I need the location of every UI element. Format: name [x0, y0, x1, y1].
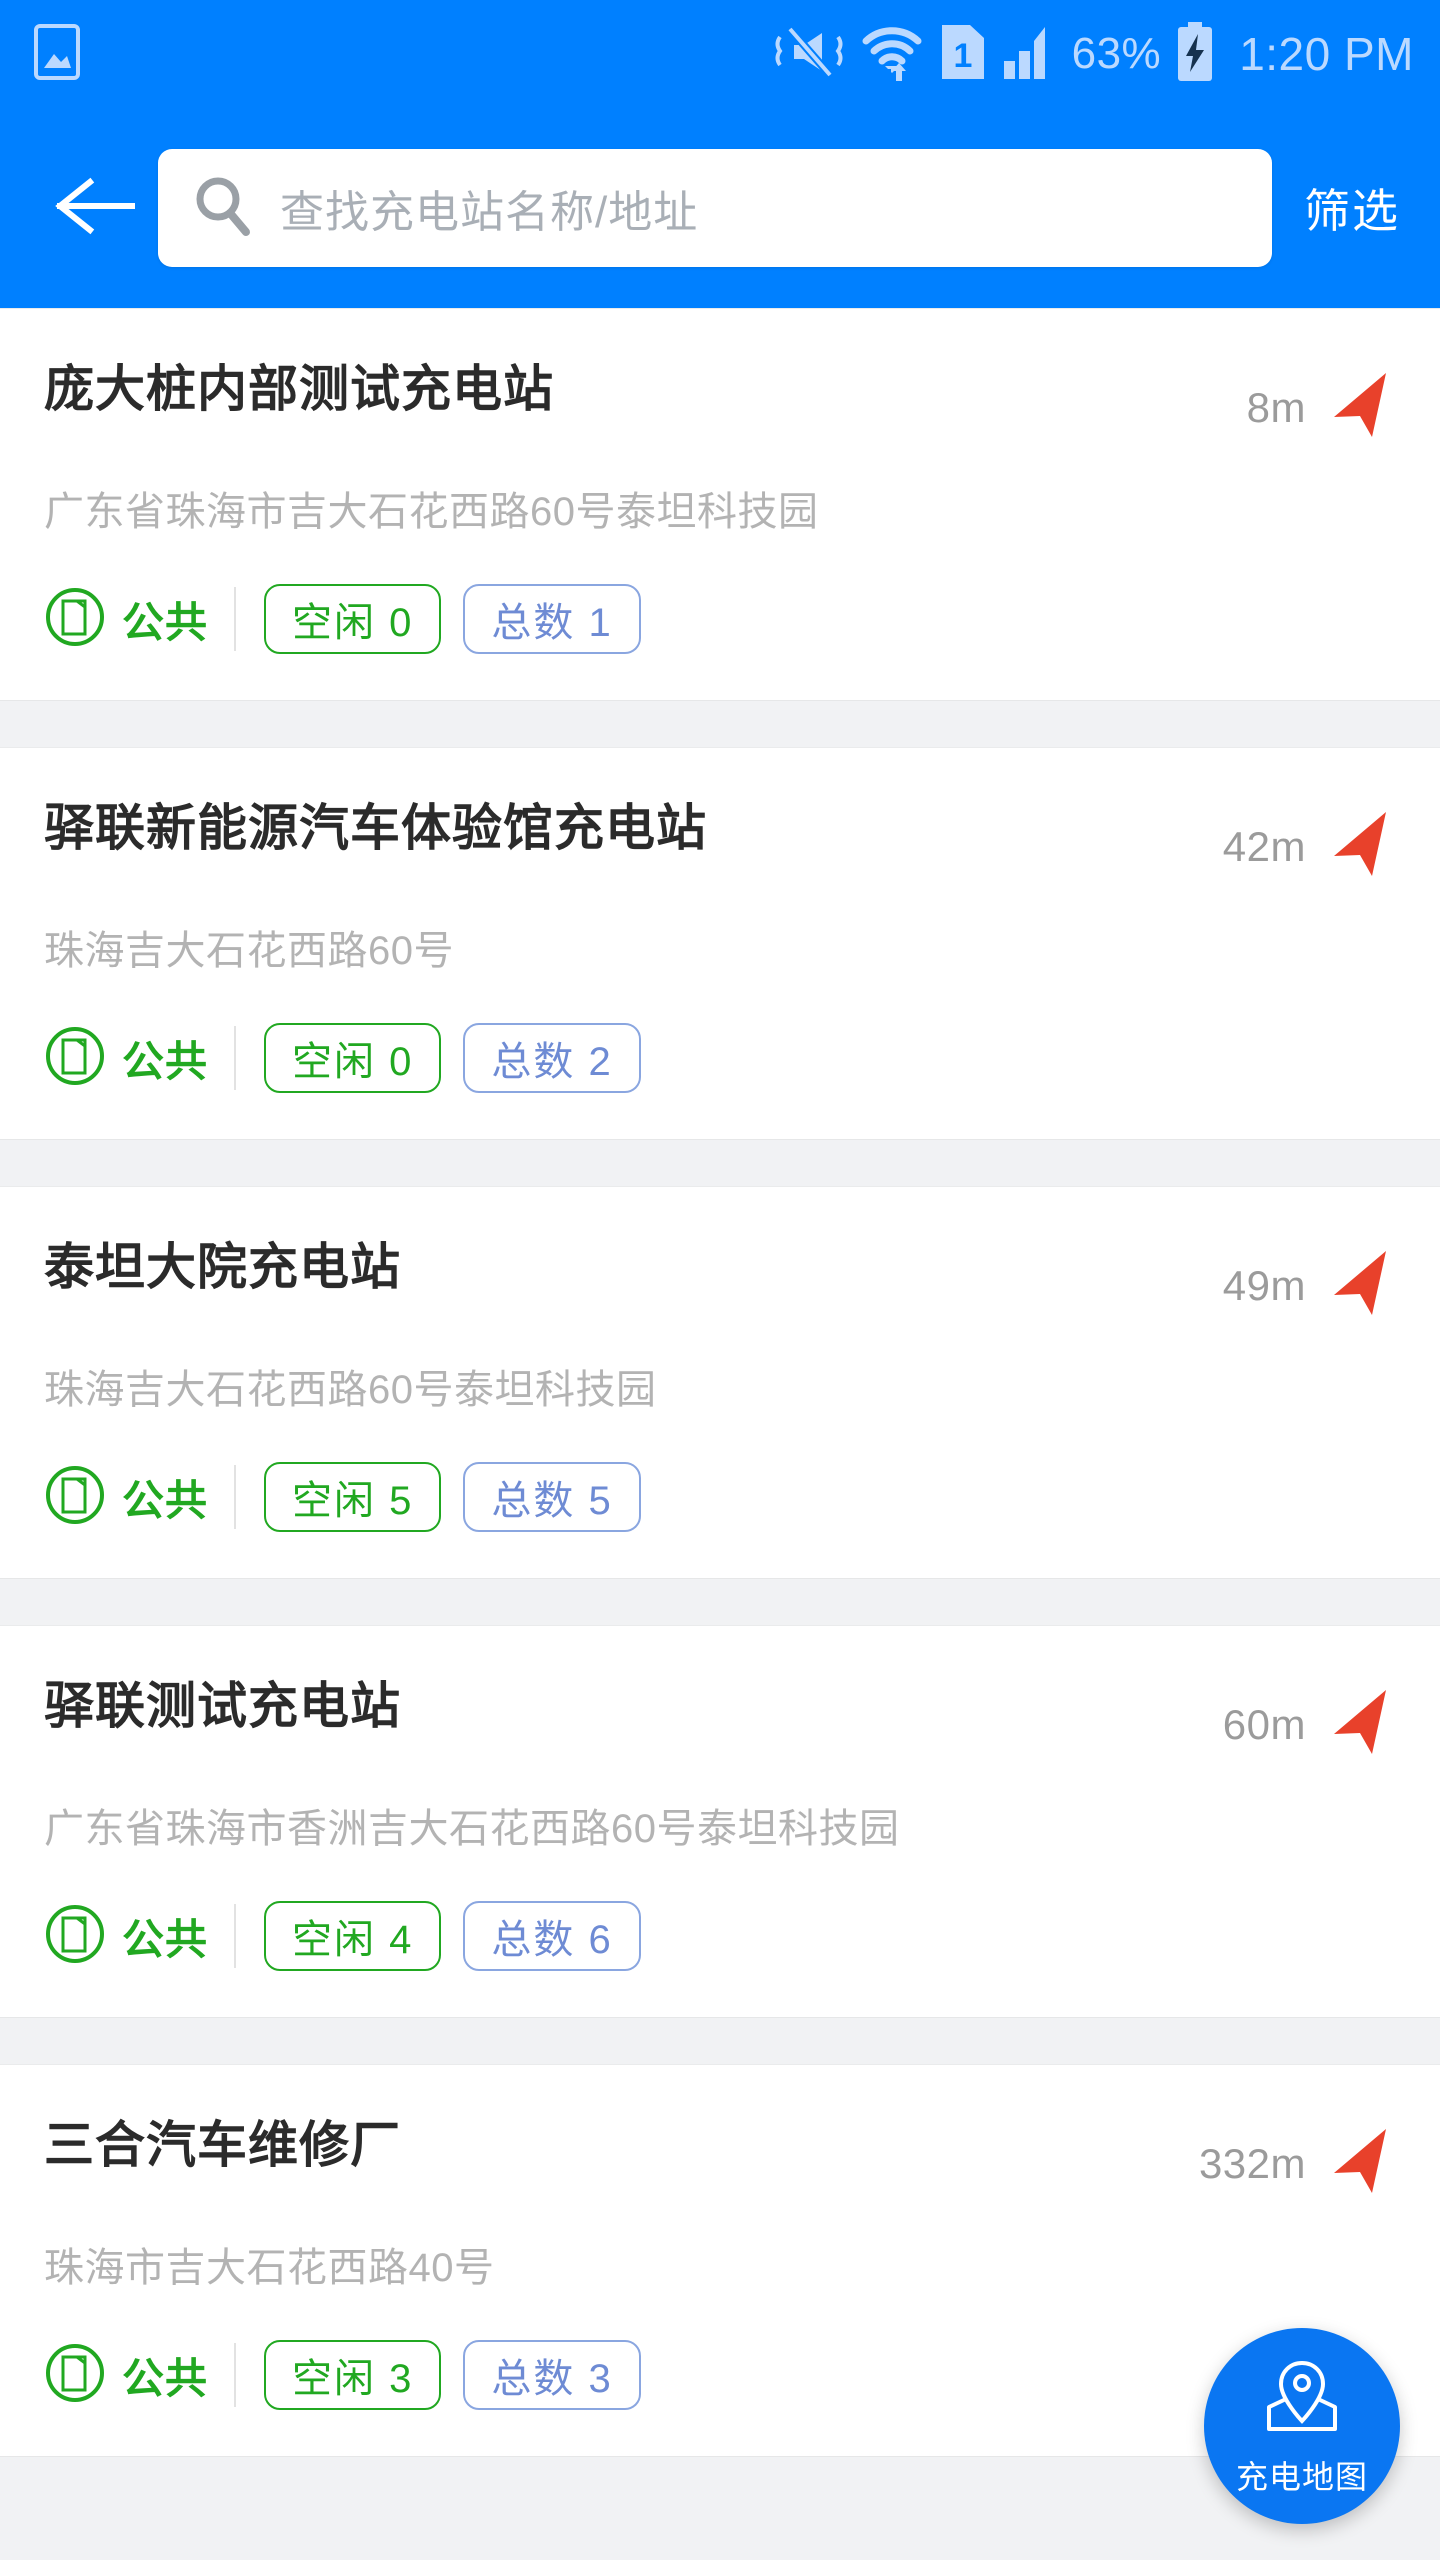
navigate-arrow-icon[interactable] [1328, 1684, 1400, 1765]
station-tags: 公共 空闲 3 总数 3 [44, 2340, 1400, 2410]
app-root: 1 63% 1:20 PM 查找充电站名称/地址 筛选 庞大桩内部测试充电站 8… [0, 0, 1440, 2560]
free-count-chip: 空闲 4 [264, 1901, 442, 1971]
card-header: 驿联测试充电站 60m [44, 1678, 1400, 1765]
distance-label: 332m [1198, 2139, 1306, 2187]
station-address: 广东省珠海市香洲吉大石花西路60号泰坦科技园 [44, 1807, 900, 1851]
clock-label: 1:20 PM [1239, 28, 1414, 80]
station-tags: 公共 空闲 0 总数 2 [44, 1023, 1400, 1093]
gallery-icon [34, 23, 80, 85]
distance-label: 49m [1222, 1261, 1306, 1309]
distance-label: 42m [1222, 822, 1306, 870]
card-header: 三合汽车维修厂 332m [44, 2117, 1400, 2204]
charging-pile-icon [44, 586, 106, 653]
charging-map-fab-label: 充电地图 [1235, 2458, 1368, 2495]
card-header: 泰坦大院充电站 49m [44, 1239, 1400, 1326]
navigate-arrow-icon[interactable] [1328, 2123, 1400, 2204]
distance-group: 8m [1247, 361, 1400, 448]
station-list[interactable]: 庞大桩内部测试充电站 8m 广东省珠海市吉大石花西路60号泰坦科技园 公共 空闲… [0, 308, 1440, 2457]
station-name: 驿联新能源汽车体验馆充电站 [44, 800, 707, 856]
card-header: 驿联新能源汽车体验馆充电站 42m [44, 800, 1400, 887]
list-item[interactable]: 驿联新能源汽车体验馆充电站 42m 珠海吉大石花西路60号 公共 空闲 0 总数… [0, 747, 1440, 1140]
public-tag-label: 公共 [122, 1476, 209, 1524]
search-placeholder-text: 查找充电站名称/地址 [280, 188, 699, 237]
signal-icon [1002, 23, 1058, 86]
app-bar: 查找充电站名称/地址 筛选 [0, 108, 1440, 308]
status-bar-left-icons [34, 23, 80, 85]
station-name: 三合汽车维修厂 [44, 2117, 401, 2173]
battery-percent-label: 63% [1071, 29, 1162, 78]
mute-vibrate-icon [772, 23, 846, 86]
station-name: 泰坦大院充电站 [44, 1239, 401, 1295]
charging-map-fab[interactable]: 充电地图 [1204, 2328, 1400, 2524]
public-tag: 公共 [44, 1464, 237, 1531]
charging-pile-icon [44, 1903, 106, 1970]
battery-charging-icon [1175, 21, 1215, 87]
public-tag-label: 公共 [122, 2354, 209, 2402]
navigate-arrow-icon[interactable] [1328, 367, 1400, 448]
search-icon [192, 174, 254, 243]
total-count-chip: 总数 1 [463, 584, 641, 654]
public-tag-label: 公共 [122, 598, 209, 646]
filter-button[interactable]: 筛选 [1286, 175, 1414, 241]
map-pin-icon [1259, 2355, 1345, 2444]
navigate-arrow-icon[interactable] [1328, 806, 1400, 887]
free-count-chip: 空闲 3 [264, 2340, 442, 2410]
station-address: 广东省珠海市吉大石花西路60号泰坦科技园 [44, 490, 819, 534]
card-header: 庞大桩内部测试充电站 8m [44, 361, 1400, 448]
total-count-chip: 总数 2 [463, 1023, 641, 1093]
distance-group: 60m [1223, 1678, 1400, 1765]
total-count-chip: 总数 5 [463, 1462, 641, 1532]
status-bar-right-icons: 1 63% 1:20 PM [772, 21, 1414, 88]
list-item[interactable]: 庞大桩内部测试充电站 8m 广东省珠海市吉大石花西路60号泰坦科技园 公共 空闲… [0, 308, 1440, 701]
total-count-chip: 总数 6 [463, 1901, 641, 1971]
public-tag: 公共 [44, 586, 237, 653]
back-button[interactable] [40, 153, 150, 263]
wifi-icon [860, 23, 924, 86]
station-tags: 公共 空闲 4 总数 6 [44, 1901, 1400, 1971]
public-tag: 公共 [44, 1903, 237, 1970]
public-tag: 公共 [44, 2342, 237, 2409]
list-item[interactable]: 驿联测试充电站 60m 广东省珠海市香洲吉大石花西路60号泰坦科技园 公共 空闲… [0, 1625, 1440, 2018]
station-name: 驿联测试充电站 [44, 1678, 401, 1734]
station-address: 珠海吉大石花西路60号 [44, 929, 454, 973]
charging-pile-icon [44, 1464, 106, 1531]
total-count-chip: 总数 3 [463, 2340, 641, 2410]
free-count-chip: 空闲 0 [264, 1023, 442, 1093]
search-input[interactable]: 查找充电站名称/地址 [158, 149, 1272, 267]
station-address: 珠海吉大石花西路60号泰坦科技园 [44, 1368, 657, 1412]
svg-text:1: 1 [953, 37, 972, 75]
station-tags: 公共 空闲 5 总数 5 [44, 1462, 1400, 1532]
charging-pile-icon [44, 1025, 106, 1092]
navigate-arrow-icon[interactable] [1328, 1245, 1400, 1326]
distance-label: 60m [1222, 1700, 1306, 1748]
free-count-chip: 空闲 0 [264, 584, 442, 654]
charging-pile-icon [44, 2342, 106, 2409]
public-tag-label: 公共 [122, 1915, 209, 1963]
station-name: 庞大桩内部测试充电站 [44, 361, 554, 417]
list-item[interactable]: 泰坦大院充电站 49m 珠海吉大石花西路60号泰坦科技园 公共 空闲 5 总数 … [0, 1186, 1440, 1579]
distance-group: 42m [1223, 800, 1400, 887]
station-tags: 公共 空闲 0 总数 1 [44, 584, 1400, 654]
distance-group: 332m [1199, 2117, 1400, 2204]
distance-label: 8m [1246, 383, 1306, 431]
public-tag-label: 公共 [122, 1037, 209, 1085]
public-tag: 公共 [44, 1025, 237, 1092]
free-count-chip: 空闲 5 [264, 1462, 442, 1532]
distance-group: 49m [1223, 1239, 1400, 1326]
back-arrow-icon [50, 174, 140, 243]
station-address: 珠海市吉大石花西路40号 [44, 2246, 495, 2290]
sim1-icon: 1 [938, 21, 988, 88]
status-bar: 1 63% 1:20 PM [0, 0, 1440, 108]
